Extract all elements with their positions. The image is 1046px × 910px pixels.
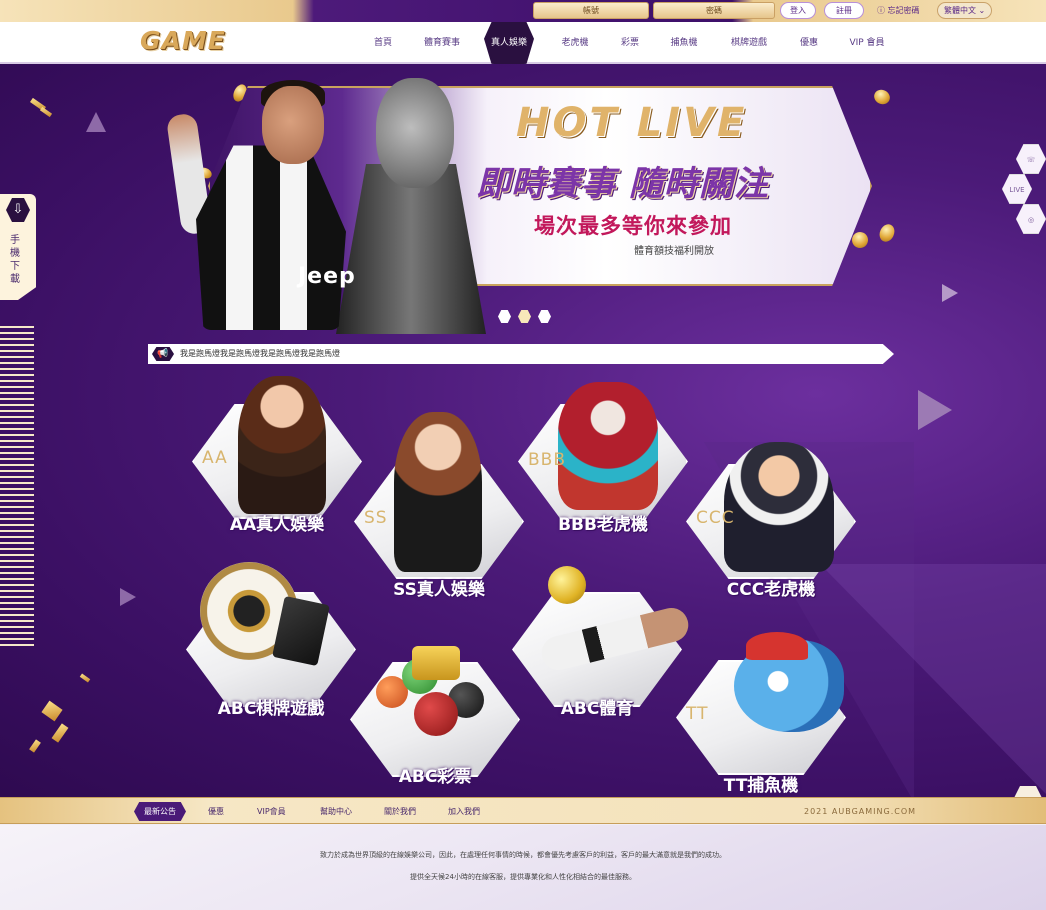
marquee-text: 我是跑馬燈我是跑馬燈我是跑馬燈我是跑馬燈 xyxy=(180,349,340,358)
tile-label: BBB老虎機 xyxy=(558,515,648,535)
top-bar: 帳號 密碼 登入 註冊 ⓘ 忘記密碼 繁體中文 ⌄ xyxy=(0,0,1046,22)
banner-headline-en: HOT LIVE xyxy=(516,100,748,146)
tile-abbr: CCC xyxy=(696,508,735,528)
dealer-figure xyxy=(238,376,326,514)
hero-banner[interactable]: Jeep HOT LIVE 即時賽事 隨時關注 場次最多等你來參加 體育額技福利… xyxy=(165,74,872,334)
tile-label: TT捕魚機 xyxy=(723,776,799,796)
nav-item-sports[interactable]: 體育賽事 xyxy=(420,22,464,64)
decor-triangle xyxy=(942,284,958,302)
game-tile-ccc[interactable]: CCC CCC老虎機 xyxy=(686,434,856,600)
decor-triangle xyxy=(86,112,106,132)
footer-item-join[interactable]: 加入我們 xyxy=(448,804,480,819)
help-icon: ⓘ xyxy=(877,6,885,15)
nav-item-fishing[interactable]: 捕魚機 xyxy=(668,22,700,64)
decor-triangle xyxy=(918,390,952,430)
tile-label: ABC體育 xyxy=(560,699,634,719)
forgot-password-link[interactable]: ⓘ 忘記密碼 xyxy=(877,3,920,18)
nav-item-slots[interactable]: 老虎機 xyxy=(560,22,590,64)
coin-decor xyxy=(876,221,898,245)
tile-label: ABC棋牌遊戲 xyxy=(217,699,325,719)
footer: 致力於成為世界頂級的在線娛樂公司，因此，在處理任何事情的時候，都會優先考慮客戶的… xyxy=(0,825,1046,910)
player-figure xyxy=(376,78,454,188)
footer-item-news[interactable]: 最新公告 xyxy=(134,802,186,821)
ball-art xyxy=(548,566,586,604)
game-tile-aa[interactable]: AA AA真人娛樂 xyxy=(192,374,362,535)
footer-item-help[interactable]: 幫助中心 xyxy=(320,804,352,819)
nav-item-lottery[interactable]: 彩票 xyxy=(619,22,641,64)
live-chat-icon[interactable]: LIVE xyxy=(1002,174,1032,204)
account-input[interactable]: 帳號 xyxy=(533,2,649,19)
tile-abbr: BBB xyxy=(528,450,566,470)
ball-art xyxy=(414,692,458,736)
banner-pagination xyxy=(498,308,558,327)
game-tile-lottery[interactable]: ABC彩票 xyxy=(350,632,520,787)
confetti-decor xyxy=(41,700,63,722)
tile-label: CCC老虎機 xyxy=(726,580,816,600)
wechat-icon[interactable]: ◎ xyxy=(1016,204,1046,234)
login-button[interactable]: 登入 xyxy=(780,2,816,19)
footer-item-promotions[interactable]: 優惠 xyxy=(208,804,224,819)
language-label: 繁體中文 xyxy=(944,6,976,15)
register-button[interactable]: 註冊 xyxy=(824,2,864,19)
dealer-figure xyxy=(394,412,482,572)
main-navigation: GAME 首頁 體育賽事 真人娛樂 老虎機 彩票 捕魚機 棋牌遊戲 優惠 VIP… xyxy=(0,22,1046,64)
main-content: Jeep HOT LIVE 即時賽事 隨時關注 場次最多等你來參加 體育額技福利… xyxy=(0,64,1046,797)
game-tile-ss[interactable]: SS SS真人娛樂 xyxy=(354,412,524,600)
banner-subline: 場次最多等你來參加 xyxy=(534,214,732,238)
footer-description: 致力於成為世界頂級的在線娛樂公司，因此，在處理任何事情的時候，都會優先考慮客戶的… xyxy=(320,851,726,859)
slide-dot[interactable] xyxy=(538,310,551,323)
language-select[interactable]: 繁體中文 ⌄ xyxy=(937,2,993,19)
jersey-sponsor: Jeep xyxy=(298,264,356,289)
megaphone-icon: 📢 xyxy=(152,347,174,361)
download-icon: ⇩ xyxy=(6,198,30,222)
nav-item-home[interactable]: 首頁 xyxy=(372,22,394,64)
footer-navigation: 最新公告 優惠 VIP會員 幫助中心 關於我們 加入我們 2021 AUBGAM… xyxy=(0,797,1046,824)
marquee-bar: 📢 我是跑馬燈我是跑馬燈我是跑馬燈我是跑馬燈 xyxy=(148,344,894,364)
side-rail-decor xyxy=(0,326,34,650)
banner-note: 體育額技福利開放 xyxy=(634,246,714,257)
tile-abbr: AA xyxy=(202,448,228,468)
nav-item-board-games[interactable]: 棋牌遊戲 xyxy=(728,22,770,64)
slot-character xyxy=(724,442,834,572)
copyright-text: 2021 AUBGAMING.COM xyxy=(804,807,917,816)
footer-service-note: 提供全天候24小時的在線客服，提供專業化和人性化相結合的最佳服務。 xyxy=(410,873,636,881)
player-figure xyxy=(262,86,324,164)
crown-art xyxy=(412,646,460,680)
confetti-decor xyxy=(51,723,69,743)
phone-icon[interactable]: ☏ xyxy=(1016,144,1046,174)
confetti-decor xyxy=(39,106,53,118)
slide-dot[interactable] xyxy=(498,310,511,323)
footer-item-vip[interactable]: VIP會員 xyxy=(257,804,286,819)
nav-item-promotions[interactable]: 優惠 xyxy=(798,22,820,64)
slide-dot[interactable] xyxy=(518,310,531,323)
confetti-decor xyxy=(29,739,41,753)
nav-item-live-casino[interactable]: 真人娛樂 xyxy=(484,22,534,64)
tile-abbr: TT xyxy=(686,704,709,724)
mobile-download-label: 手機下載 xyxy=(10,235,20,285)
game-tile-fishing[interactable]: TT TT捕魚機 xyxy=(676,630,846,796)
footer-item-about[interactable]: 關於我們 xyxy=(384,804,416,819)
game-tile-bbb[interactable]: BBB BBB老虎機 xyxy=(518,374,688,535)
decor-triangle xyxy=(120,588,136,606)
confetti-decor xyxy=(79,673,91,683)
coin-decor xyxy=(871,87,893,107)
game-tile-sports[interactable]: ABC體育 xyxy=(512,562,692,719)
tile-label: SS真人娛樂 xyxy=(393,580,485,600)
tile-label: AA真人娛樂 xyxy=(229,515,325,535)
tile-label: ABC彩票 xyxy=(398,767,472,787)
site-logo[interactable]: GAME xyxy=(140,26,226,55)
password-input[interactable]: 密碼 xyxy=(653,2,775,19)
chevron-down-icon: ⌄ xyxy=(978,6,986,15)
tile-abbr: SS xyxy=(364,508,388,528)
slot-character xyxy=(558,382,658,510)
nav-item-vip[interactable]: VIP 會員 xyxy=(847,22,887,64)
game-tile-board[interactable]: ABC棋牌遊戲 xyxy=(186,562,356,719)
forgot-password-label: 忘記密碼 xyxy=(887,6,920,15)
mobile-download-tab[interactable]: ⇩ 手機下載 xyxy=(0,194,36,300)
banner-headline-cn: 即時賽事 隨時關注 xyxy=(476,164,769,204)
cap-art xyxy=(746,632,808,660)
